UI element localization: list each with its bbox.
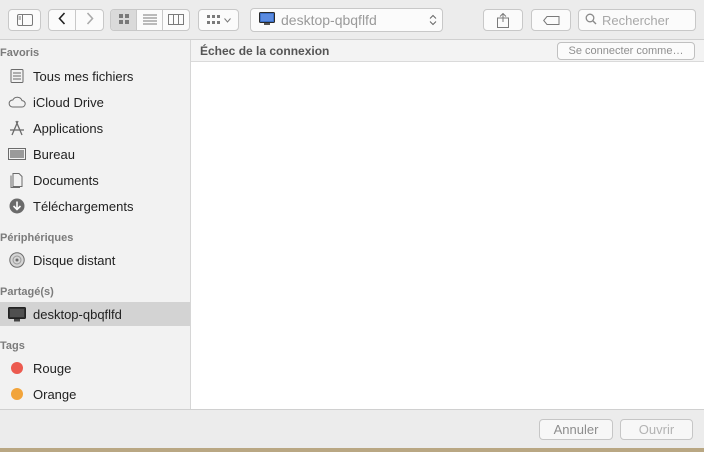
list-view-button[interactable] <box>137 10 163 30</box>
section-title-shared: Partagé(s) <box>0 286 54 298</box>
location-label: desktop-qbqflfd <box>281 12 377 28</box>
orange-tag-dot-icon <box>8 385 26 403</box>
tags-button[interactable] <box>531 9 571 31</box>
search-icon <box>585 13 597 28</box>
icon-view-button[interactable] <box>111 10 137 30</box>
back-forward-control <box>48 9 104 31</box>
sidebar-item-label: Tous mes fichiers <box>33 68 134 84</box>
documents-icon <box>8 171 26 189</box>
connection-status-bar: Échec de la connexion Se connecter comme… <box>191 40 704 62</box>
disc-icon <box>8 251 26 269</box>
search-placeholder: Rechercher <box>602 12 670 28</box>
dialog-footer: Annuler Ouvrir <box>0 409 704 448</box>
arrange-grid-icon <box>206 15 221 25</box>
connection-failed-title: Échec de la connexion <box>200 43 330 58</box>
sidebar-item-applications[interactable]: Applications <box>0 116 190 140</box>
sidebar-item-label: Bureau <box>33 146 75 162</box>
sidebar-toggle-button[interactable] <box>8 9 41 31</box>
back-button[interactable] <box>49 10 76 30</box>
sidebar-item-label: Documents <box>33 172 99 188</box>
cancel-button[interactable]: Annuler <box>539 419 613 440</box>
forward-button[interactable] <box>76 10 103 30</box>
monitor-icon <box>259 11 275 29</box>
download-icon <box>8 197 26 215</box>
sidebar: Favoris Tous mes fichiers iCloud Drive A… <box>0 40 191 409</box>
sidebar-item-downloads[interactable]: Téléchargements <box>0 194 190 218</box>
columns-icon <box>168 13 184 28</box>
column-view-button[interactable] <box>163 10 189 30</box>
desktop-background-strip <box>0 448 704 452</box>
sidebar-item-remote-disc[interactable]: Disque distant <box>0 248 190 272</box>
grid-icon <box>118 13 130 28</box>
sidebar-item-label: iCloud Drive <box>33 94 104 110</box>
section-title-tags: Tags <box>0 340 25 352</box>
sidebar-icon <box>16 14 33 26</box>
open-button[interactable]: Ouvrir <box>620 419 693 440</box>
sidebar-item-label: Disque distant <box>33 252 116 268</box>
tag-icon <box>542 15 560 25</box>
sidebar-item-label: Orange <box>33 386 77 402</box>
open-dialog-window: desktop-qbqflfd Rechercher Favoris Tous … <box>0 0 704 448</box>
red-tag-dot-icon <box>8 359 26 377</box>
sidebar-item-desktop-qbqflfd[interactable]: desktop-qbqflfd <box>0 302 190 326</box>
cloud-icon <box>8 93 26 111</box>
arrange-menu-button[interactable] <box>198 9 239 31</box>
monitor-icon <box>8 305 26 323</box>
file-browser-content: Échec de la connexion Se connecter comme… <box>191 40 704 409</box>
sidebar-item-icloud-drive[interactable]: iCloud Drive <box>0 90 190 114</box>
sidebar-item-tag-orange[interactable]: Orange <box>0 382 190 406</box>
section-title-favorites: Favoris <box>0 47 40 59</box>
list-icon <box>142 13 157 28</box>
section-title-devices: Périphériques <box>0 232 74 244</box>
chevron-down-icon <box>223 17 231 23</box>
all-files-icon <box>8 67 26 85</box>
connect-as-button[interactable]: Se connecter comme… <box>557 42 695 60</box>
sidebar-item-tag-red[interactable]: Rouge <box>0 356 190 380</box>
sidebar-item-label: Applications <box>33 120 104 136</box>
chevron-right-icon <box>86 12 94 28</box>
updown-arrows-icon <box>424 14 442 26</box>
search-field[interactable]: Rechercher <box>578 9 696 31</box>
sidebar-item-documents[interactable]: Documents <box>0 168 190 192</box>
desktop-icon <box>8 145 26 163</box>
sidebar-item-label: Rouge <box>33 360 72 376</box>
view-mode-control <box>110 9 190 31</box>
sidebar-item-all-files[interactable]: Tous mes fichiers <box>0 64 190 88</box>
sidebar-item-label: Téléchargements <box>33 198 134 214</box>
share-icon <box>497 12 509 28</box>
sidebar-item-desktop[interactable]: Bureau <box>0 142 190 166</box>
chevron-left-icon <box>58 12 66 28</box>
share-button[interactable] <box>483 9 523 31</box>
toolbar: desktop-qbqflfd Rechercher <box>0 0 704 40</box>
applications-icon <box>8 119 26 137</box>
sidebar-item-label: desktop-qbqflfd <box>33 306 122 322</box>
location-popup[interactable]: desktop-qbqflfd <box>250 8 443 32</box>
